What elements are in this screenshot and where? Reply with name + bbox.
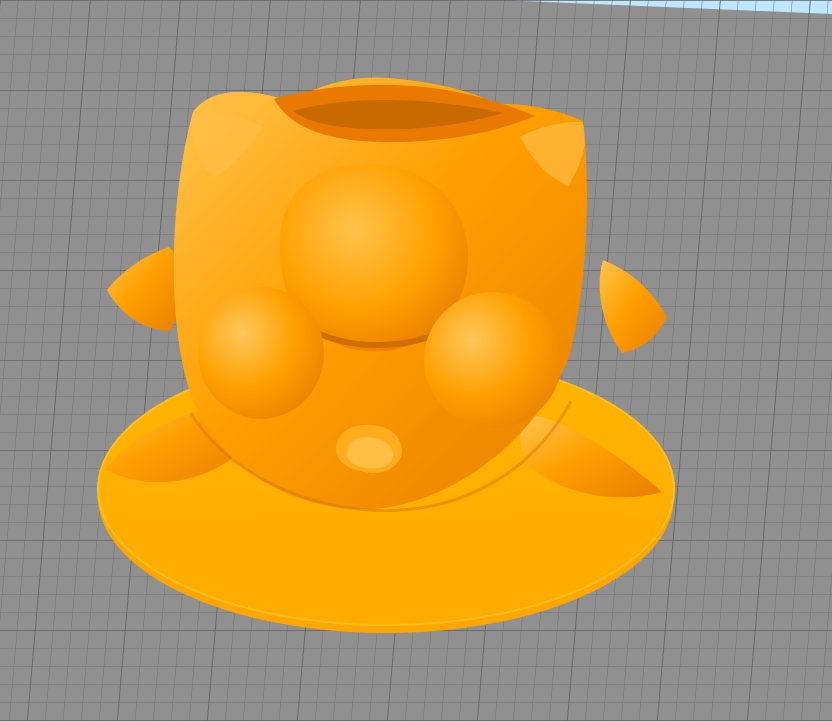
right-cheek xyxy=(424,292,562,428)
left-cheek xyxy=(198,287,324,419)
build-plate-scene[interactable] xyxy=(0,0,832,721)
3d-viewport[interactable] xyxy=(0,0,832,721)
